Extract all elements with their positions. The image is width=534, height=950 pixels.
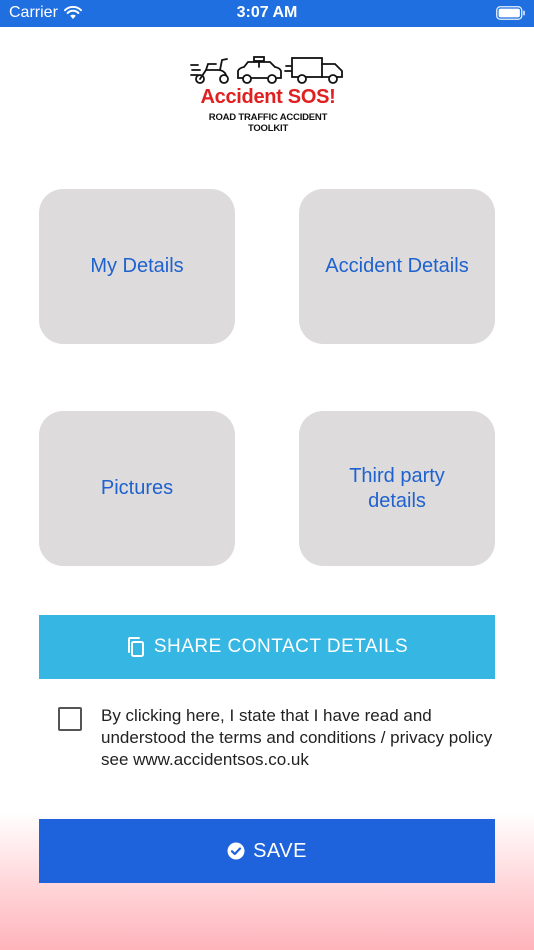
vehicles-icon — [190, 56, 343, 84]
brand-tagline: ROAD TRAFFIC ACCIDENT TOOLKIT — [208, 112, 328, 134]
share-contact-details-button[interactable]: SHARE CONTACT DETAILS — [39, 615, 495, 679]
third-party-details-tile[interactable]: Third party details — [299, 411, 495, 566]
pictures-label: Pictures — [100, 477, 174, 499]
status-time: 3:07 AM — [236, 4, 298, 21]
terms-website: see www.accidentsos.co.uk — [101, 750, 309, 769]
brand-name: Accident SOS! — [200, 86, 336, 108]
terms-statement: By clicking here, I state that I have re… — [101, 706, 493, 747]
share-contact-details-label: SHARE CONTACT DETAILS — [153, 636, 409, 657]
accident-details-tile[interactable]: Accident Details — [299, 189, 495, 344]
battery-icon — [496, 6, 525, 20]
accident-details-label: Accident Details — [325, 255, 469, 277]
save-label: SAVE — [253, 839, 307, 862]
status-bar: Carrier 3:07 AM — [0, 0, 534, 27]
third-party-details-label: Third party details — [349, 464, 445, 512]
copy-icon — [127, 637, 144, 657]
save-button[interactable]: SAVE — [39, 819, 495, 883]
terms-checkbox[interactable] — [58, 707, 82, 731]
app-logo: Accident SOS! ROAD TRAFFIC ACCIDENT TOOL… — [190, 54, 346, 134]
check-circle-icon — [227, 842, 245, 860]
my-details-tile[interactable]: My Details — [39, 189, 235, 344]
pictures-tile[interactable]: Pictures — [39, 411, 235, 566]
my-details-label: My Details — [90, 255, 184, 277]
terms-text: By clicking here, I state that I have re… — [101, 705, 501, 771]
